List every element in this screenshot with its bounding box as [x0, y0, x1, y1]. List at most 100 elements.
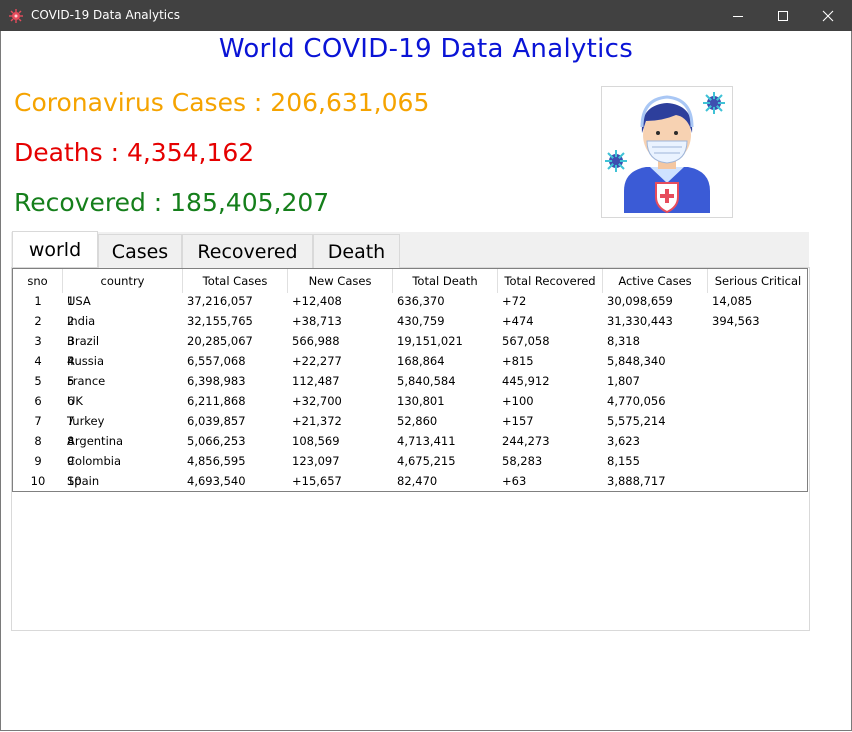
column-header-total-cases[interactable]: Total Cases [183, 269, 288, 293]
column-header-sno[interactable]: sno [13, 269, 63, 293]
page-title: World COVID-19 Data Analytics [218, 34, 634, 64]
cell-total-death: 52,860 [397, 414, 438, 428]
cell-serious-critical [712, 331, 807, 351]
cell-country: Argentina [67, 434, 124, 448]
cell-new-cases: +22,277 [292, 354, 342, 368]
cell-total-recovered: +100 [502, 394, 534, 408]
maximize-button[interactable] [760, 0, 806, 31]
table-row[interactable]: 6 6 UK 6,211,868 +32,700 130,801 +100 4,770,056 [13, 391, 807, 411]
row-index: 2 [34, 314, 42, 328]
cell-new-cases: 112,487 [292, 374, 340, 388]
column-header-total-death[interactable]: Total Death [393, 269, 498, 293]
cell-active-cases: 4,770,056 [607, 394, 666, 408]
table-row[interactable]: 8 8 Argentina 5,066,253 108,569 4,713,411 244,… [13, 431, 807, 451]
column-header-serious-critical[interactable]: Serious Critical [708, 269, 807, 293]
row-index: 5 [34, 374, 42, 388]
cell-country: France [67, 374, 106, 388]
country-data-table[interactable]: sno country Total Cases New Cases Total Deat… [12, 268, 808, 492]
virus-icon [9, 9, 23, 23]
cell-total-death: 130,801 [397, 394, 445, 408]
cell-serious-critical [712, 351, 807, 371]
table-row[interactable]: 4 4 Russia 6,557,068 +22,277 168,864 +815 5,848… [13, 351, 807, 371]
cell-total-death: 4,713,411 [397, 434, 456, 448]
cell-total-recovered: 445,912 [502, 374, 550, 388]
cell-active-cases: 3,623 [607, 434, 640, 448]
cell-total-cases: 4,856,595 [187, 454, 246, 468]
table-row[interactable]: 3 3 Brazil 20,285,067 566,988 19,151,021 567,0… [13, 331, 807, 351]
tab-cases[interactable]: Cases [98, 234, 182, 268]
cell-new-cases: +38,713 [292, 314, 342, 328]
cell-total-recovered: 567,058 [502, 334, 550, 348]
table-row[interactable]: 2 2 India 32,155,765 +38,713 430,759 +474 31,33… [13, 311, 807, 331]
table-row[interactable]: 9 9 Colombia 4,856,595 123,097 4,675,215 58,28… [13, 451, 807, 471]
window-title: COVID-19 Data Analytics [31, 8, 180, 22]
cell-active-cases: 8,318 [607, 334, 640, 348]
row-index: 6 [34, 394, 42, 408]
row-index: 7 [34, 414, 42, 428]
cell-total-cases: 6,039,857 [187, 414, 246, 428]
cell-total-recovered: +63 [502, 474, 527, 488]
cell-total-cases: 32,155,765 [187, 314, 253, 328]
title-bar: COVID-19 Data Analytics [0, 0, 852, 31]
table-row[interactable]: 1 1 USA 37,216,057 +12,408 636,370 +72 30,098,6… [13, 291, 807, 311]
cell-country: Spain [67, 474, 100, 488]
cell-total-death: 19,151,021 [397, 334, 463, 348]
row-index: 9 [34, 454, 42, 468]
cell-total-cases: 5,066,253 [187, 434, 246, 448]
cell-country: Russia [67, 354, 104, 368]
cell-active-cases: 5,848,340 [607, 354, 666, 368]
minimize-button[interactable] [715, 0, 761, 31]
table-row[interactable]: 10 10 Spain 4,693,540 +15,657 82,470 +63 3,888,… [13, 471, 807, 491]
column-header-active-cases[interactable]: Active Cases [603, 269, 708, 293]
cell-country: India [67, 314, 96, 328]
tab-death[interactable]: Death [313, 234, 400, 268]
cell-new-cases: +15,657 [292, 474, 342, 488]
cell-country: UK [67, 394, 83, 408]
cell-total-recovered: +815 [502, 354, 534, 368]
cell-active-cases: 3,888,717 [607, 474, 666, 488]
cell-total-death: 4,675,215 [397, 454, 456, 468]
cell-total-recovered: +72 [502, 294, 527, 308]
cell-country: Colombia [67, 454, 122, 468]
cell-new-cases: 108,569 [292, 434, 340, 448]
row-index: 1 [34, 294, 42, 308]
masked-person-icon [605, 92, 725, 214]
cell-total-cases: 4,693,540 [187, 474, 246, 488]
cell-serious-critical [712, 371, 807, 391]
cell-total-death: 430,759 [397, 314, 445, 328]
cell-serious-critical: 14,085 [712, 294, 753, 308]
column-header-new-cases[interactable]: New Cases [288, 269, 393, 293]
tab-recovered[interactable]: Recovered [182, 234, 313, 268]
cell-total-cases: 20,285,067 [187, 334, 253, 348]
cell-serious-critical [712, 411, 807, 431]
cell-total-cases: 6,398,983 [187, 374, 246, 388]
close-button[interactable] [805, 0, 851, 31]
row-index: 3 [34, 334, 42, 348]
cell-total-cases: 6,211,868 [187, 394, 246, 408]
table-header: sno country Total Cases New Cases Total Deat… [13, 268, 807, 293]
row-index: 10 [30, 474, 46, 488]
cell-active-cases: 1,807 [607, 374, 640, 388]
cell-new-cases: +21,372 [292, 414, 342, 428]
cell-serious-critical [712, 451, 807, 471]
column-header-country[interactable]: country [63, 269, 183, 293]
masked-person-image [601, 86, 733, 218]
cell-active-cases: 31,330,443 [607, 314, 673, 328]
cell-country: USA [67, 294, 91, 308]
recovered-total-label: Recovered : 185,405,207 [14, 188, 330, 217]
cell-new-cases: 566,988 [292, 334, 340, 348]
minimize-icon [733, 16, 743, 17]
tab-world[interactable]: world [12, 231, 98, 267]
column-header-total-recovered[interactable]: Total Recovered [498, 269, 603, 293]
cell-active-cases: 30,098,659 [607, 294, 673, 308]
table-row[interactable]: 7 7 Turkey 6,039,857 +21,372 52,860 +157 5,575,… [13, 411, 807, 431]
cell-serious-critical: 394,563 [712, 314, 760, 328]
cell-total-death: 82,470 [397, 474, 438, 488]
cell-country: Brazil [67, 334, 100, 348]
cell-total-cases: 37,216,057 [187, 294, 253, 308]
cell-serious-critical [712, 391, 807, 411]
cell-new-cases: +32,700 [292, 394, 342, 408]
cell-total-recovered: 58,283 [502, 454, 543, 468]
maximize-icon [778, 11, 788, 21]
table-row[interactable]: 5 5 France 6,398,983 112,487 5,840,584 445,912… [13, 371, 807, 391]
